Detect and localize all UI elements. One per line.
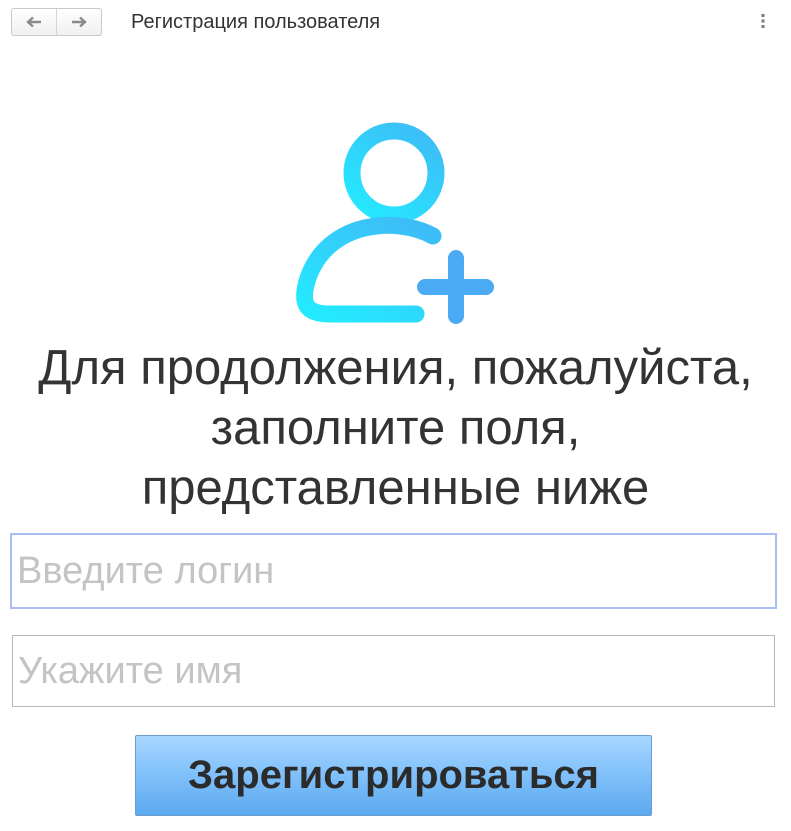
arrow-right-icon	[71, 16, 87, 28]
instruction-text: Для продолжения, пожалуйста, заполните п…	[0, 338, 791, 518]
arrow-left-icon	[26, 16, 42, 28]
forward-button[interactable]	[56, 9, 101, 35]
instruction-line: представленные ниже	[141, 461, 650, 515]
instruction-line: заполните поля,	[210, 401, 581, 455]
window-title: Регистрация пользователя	[131, 11, 381, 33]
user-add-icon	[286, 118, 502, 328]
name-input[interactable]	[12, 635, 775, 707]
instruction-line: Для продолжения, пожалуйста,	[38, 341, 753, 395]
login-input[interactable]	[10, 533, 777, 609]
more-menu-button[interactable]	[755, 9, 771, 33]
title-bar: Регистрация пользователя	[0, 0, 791, 44]
more-vertical-icon	[761, 13, 765, 29]
navigation-buttons	[11, 8, 102, 36]
back-button[interactable]	[12, 9, 56, 35]
register-button[interactable]: Зарегистрироваться	[135, 735, 652, 816]
